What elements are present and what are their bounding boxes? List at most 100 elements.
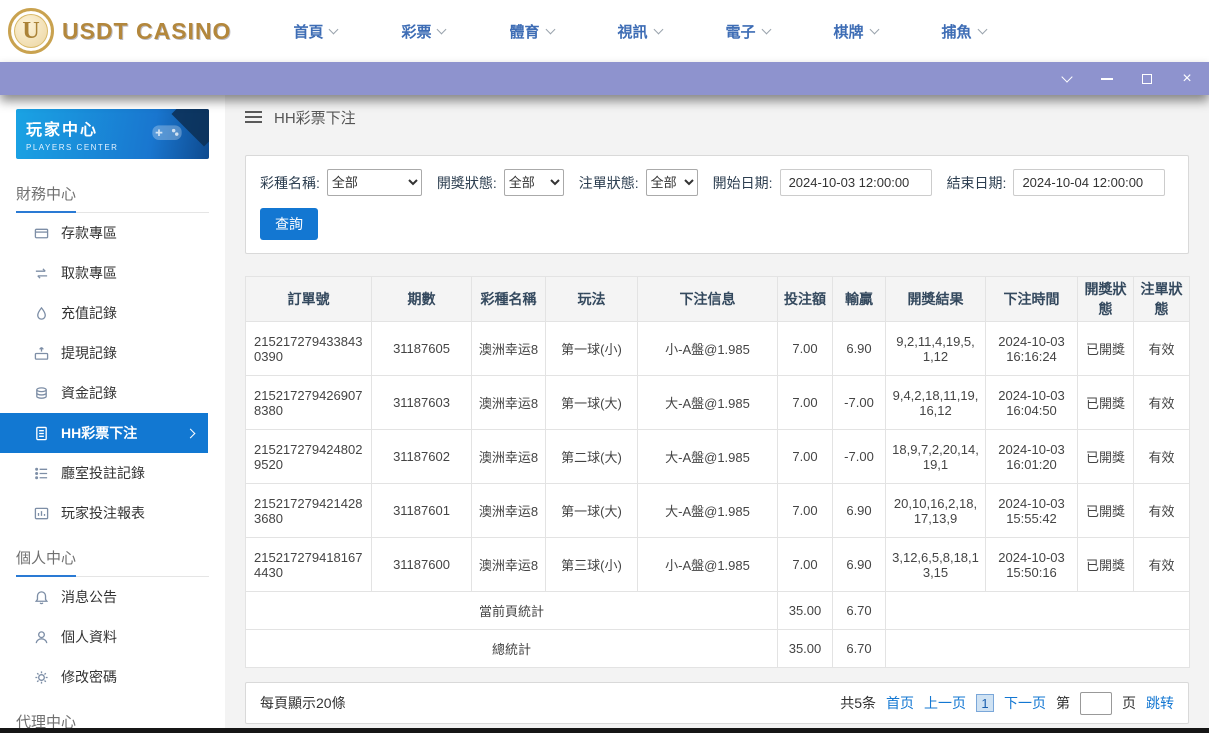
sidebar-item-label: 消息公告 bbox=[61, 587, 117, 607]
sidebar-item-label: 取款專區 bbox=[61, 263, 117, 283]
nav-item-board-games[interactable]: 棋牌 bbox=[834, 21, 878, 42]
sidebar-item-cashout-records[interactable]: 提現記錄 bbox=[0, 333, 225, 373]
filter-panel: 彩種名稱: 全部 開獎狀態: 全部 注單狀態: 全部 開始日期: 結束日期: bbox=[245, 155, 1189, 254]
col-header-play: 玩法 bbox=[546, 277, 638, 322]
chevron-down-icon bbox=[545, 25, 555, 35]
cell-order-status: 有效 bbox=[1134, 538, 1190, 592]
search-button[interactable]: 查詢 bbox=[260, 208, 318, 240]
cell-draw-result: 9,4,2,18,11,19,16,12 bbox=[886, 376, 986, 430]
nav-item-fishing[interactable]: 捕魚 bbox=[942, 21, 986, 42]
cell-bet-time: 2024-10-03 16:16:24 bbox=[986, 322, 1078, 376]
table-row: 2152172794214283680 31187601 澳洲幸运8 第一球(大… bbox=[246, 484, 1190, 538]
cell-bet-time: 2024-10-03 16:01:20 bbox=[986, 430, 1078, 484]
cell-bet-info: 大-A盤@1.985 bbox=[638, 484, 778, 538]
first-page-link[interactable]: 首页 bbox=[886, 693, 914, 713]
cell-issue: 31187602 bbox=[372, 430, 472, 484]
table-row: 2152172794269078380 31187603 澳洲幸运8 第一球(大… bbox=[246, 376, 1190, 430]
sidebar-item-hh-lottery-bets[interactable]: HH彩票下注 bbox=[0, 413, 208, 453]
bet-report-icon bbox=[34, 506, 49, 521]
order-status-label: 注單狀態: bbox=[579, 173, 639, 193]
nav-label: 捕魚 bbox=[942, 21, 972, 42]
sidebar-item-funds-records[interactable]: 資金記錄 bbox=[0, 373, 225, 413]
col-header-bet-time: 下注時間 bbox=[986, 277, 1078, 322]
page-size-text: 每頁顯示20條 bbox=[260, 693, 346, 713]
cell-draw-result: 20,10,16,2,18,17,13,9 bbox=[886, 484, 986, 538]
main-nav: 首頁 彩票 體育 視訊 電子 棋牌 bbox=[293, 21, 985, 42]
cell-order-status: 有效 bbox=[1134, 322, 1190, 376]
cell-win-loss: -7.00 bbox=[833, 376, 886, 430]
cell-bet-amount: 7.00 bbox=[778, 538, 833, 592]
cell-bet-time: 2024-10-03 15:55:42 bbox=[986, 484, 1078, 538]
current-page-badge[interactable]: 1 bbox=[976, 694, 994, 712]
table-summary: 當前頁統計 35.00 6.70 總統計 35.00 6.70 bbox=[246, 592, 1190, 668]
chevron-down-icon bbox=[977, 25, 987, 35]
nav-label: 彩票 bbox=[401, 21, 431, 42]
page-jump-input[interactable] bbox=[1080, 692, 1112, 715]
table-row: 2152172794248029520 31187602 澳洲幸运8 第二球(大… bbox=[246, 430, 1190, 484]
cell-order-no: 2152172794181674430 bbox=[246, 538, 372, 592]
sidebar-item-label: HH彩票下注 bbox=[61, 423, 137, 443]
nav-label: 電子 bbox=[726, 21, 756, 42]
cell-issue: 31187603 bbox=[372, 376, 472, 430]
sidebar-item-deposit[interactable]: 存款專區 bbox=[0, 213, 225, 253]
cell-draw-status: 已開獎 bbox=[1078, 538, 1134, 592]
nav-label: 首頁 bbox=[293, 21, 323, 42]
sidebar-item-profile[interactable]: 個人資料 bbox=[0, 617, 225, 657]
cell-bet-time: 2024-10-03 15:50:16 bbox=[986, 538, 1078, 592]
logo-letter: U bbox=[22, 18, 39, 45]
cell-bet-info: 小-A盤@1.985 bbox=[638, 322, 778, 376]
cell-draw-result: 3,12,6,5,8,18,13,15 bbox=[886, 538, 986, 592]
total-summary-empty bbox=[886, 630, 1190, 668]
lottery-name-label: 彩種名稱: bbox=[260, 173, 320, 193]
bets-table: 訂單號 期數 彩種名稱 玩法 下注信息 投注額 輸贏 開獎結果 下注時間 開獎狀… bbox=[245, 276, 1190, 668]
sidebar-item-recharge-records[interactable]: 充值記錄 bbox=[0, 293, 225, 333]
bell-icon bbox=[34, 590, 49, 605]
withdraw-arrows-icon bbox=[34, 266, 49, 281]
col-header-win-loss: 輸贏 bbox=[833, 277, 886, 322]
cell-order-status: 有效 bbox=[1134, 484, 1190, 538]
cell-bet-amount: 7.00 bbox=[778, 322, 833, 376]
col-header-bet-amount: 投注額 bbox=[778, 277, 833, 322]
minimize-icon[interactable] bbox=[1099, 71, 1115, 87]
sidebar-item-player-bet-report[interactable]: 玩家投注報表 bbox=[0, 493, 225, 533]
cell-lottery-name: 澳洲幸运8 bbox=[472, 538, 546, 592]
draw-status-select[interactable]: 全部 bbox=[504, 169, 564, 196]
cell-bet-info: 小-A盤@1.985 bbox=[638, 538, 778, 592]
cell-bet-info: 大-A盤@1.985 bbox=[638, 430, 778, 484]
jump-suffix-text: 页 bbox=[1122, 693, 1136, 713]
maximize-icon[interactable] bbox=[1139, 71, 1155, 87]
end-date-input[interactable] bbox=[1013, 169, 1165, 196]
col-header-order-status: 注單狀態 bbox=[1134, 277, 1190, 322]
logo-badge-icon: U bbox=[8, 8, 54, 54]
nav-item-slots[interactable]: 電子 bbox=[726, 21, 770, 42]
col-header-order-no: 訂單號 bbox=[246, 277, 372, 322]
nav-item-lottery[interactable]: 彩票 bbox=[401, 21, 445, 42]
sidebar-item-announcements[interactable]: 消息公告 bbox=[0, 577, 225, 617]
cell-order-no: 2152172794269078380 bbox=[246, 376, 372, 430]
sidebar-item-hall-bet-records[interactable]: 廳室投註記錄 bbox=[0, 453, 225, 493]
sidebar-item-change-password[interactable]: 修改密碼 bbox=[0, 657, 225, 697]
recharge-droplet-icon bbox=[34, 306, 49, 321]
chevron-down-icon[interactable] bbox=[1059, 71, 1075, 87]
next-page-link[interactable]: 下一页 bbox=[1004, 693, 1046, 713]
nav-item-home[interactable]: 首頁 bbox=[293, 21, 337, 42]
lottery-name-select[interactable]: 全部 bbox=[327, 169, 422, 196]
order-status-select[interactable]: 全部 bbox=[646, 169, 698, 196]
nav-item-live-video[interactable]: 視訊 bbox=[618, 21, 662, 42]
person-icon bbox=[34, 630, 49, 645]
cell-play: 第一球(小) bbox=[546, 322, 638, 376]
logo[interactable]: U USDT CASINO bbox=[0, 8, 231, 54]
chevron-down-icon bbox=[869, 25, 879, 35]
prev-page-link[interactable]: 上一页 bbox=[924, 693, 966, 713]
page-summary-amount: 35.00 bbox=[778, 592, 833, 630]
lottery-ticket-icon bbox=[34, 426, 49, 441]
start-date-input[interactable] bbox=[780, 169, 932, 196]
sidebar-item-withdraw[interactable]: 取款專區 bbox=[0, 253, 225, 293]
jump-button[interactable]: 跳转 bbox=[1146, 693, 1174, 713]
close-icon[interactable]: × bbox=[1179, 71, 1195, 87]
total-count-text: 共5条 bbox=[840, 693, 876, 713]
hamburger-menu-icon[interactable] bbox=[245, 108, 262, 126]
nav-item-sports[interactable]: 體育 bbox=[509, 21, 553, 42]
cell-draw-result: 9,2,11,4,19,5,1,12 bbox=[886, 322, 986, 376]
cell-draw-result: 18,9,7,2,20,14,19,1 bbox=[886, 430, 986, 484]
